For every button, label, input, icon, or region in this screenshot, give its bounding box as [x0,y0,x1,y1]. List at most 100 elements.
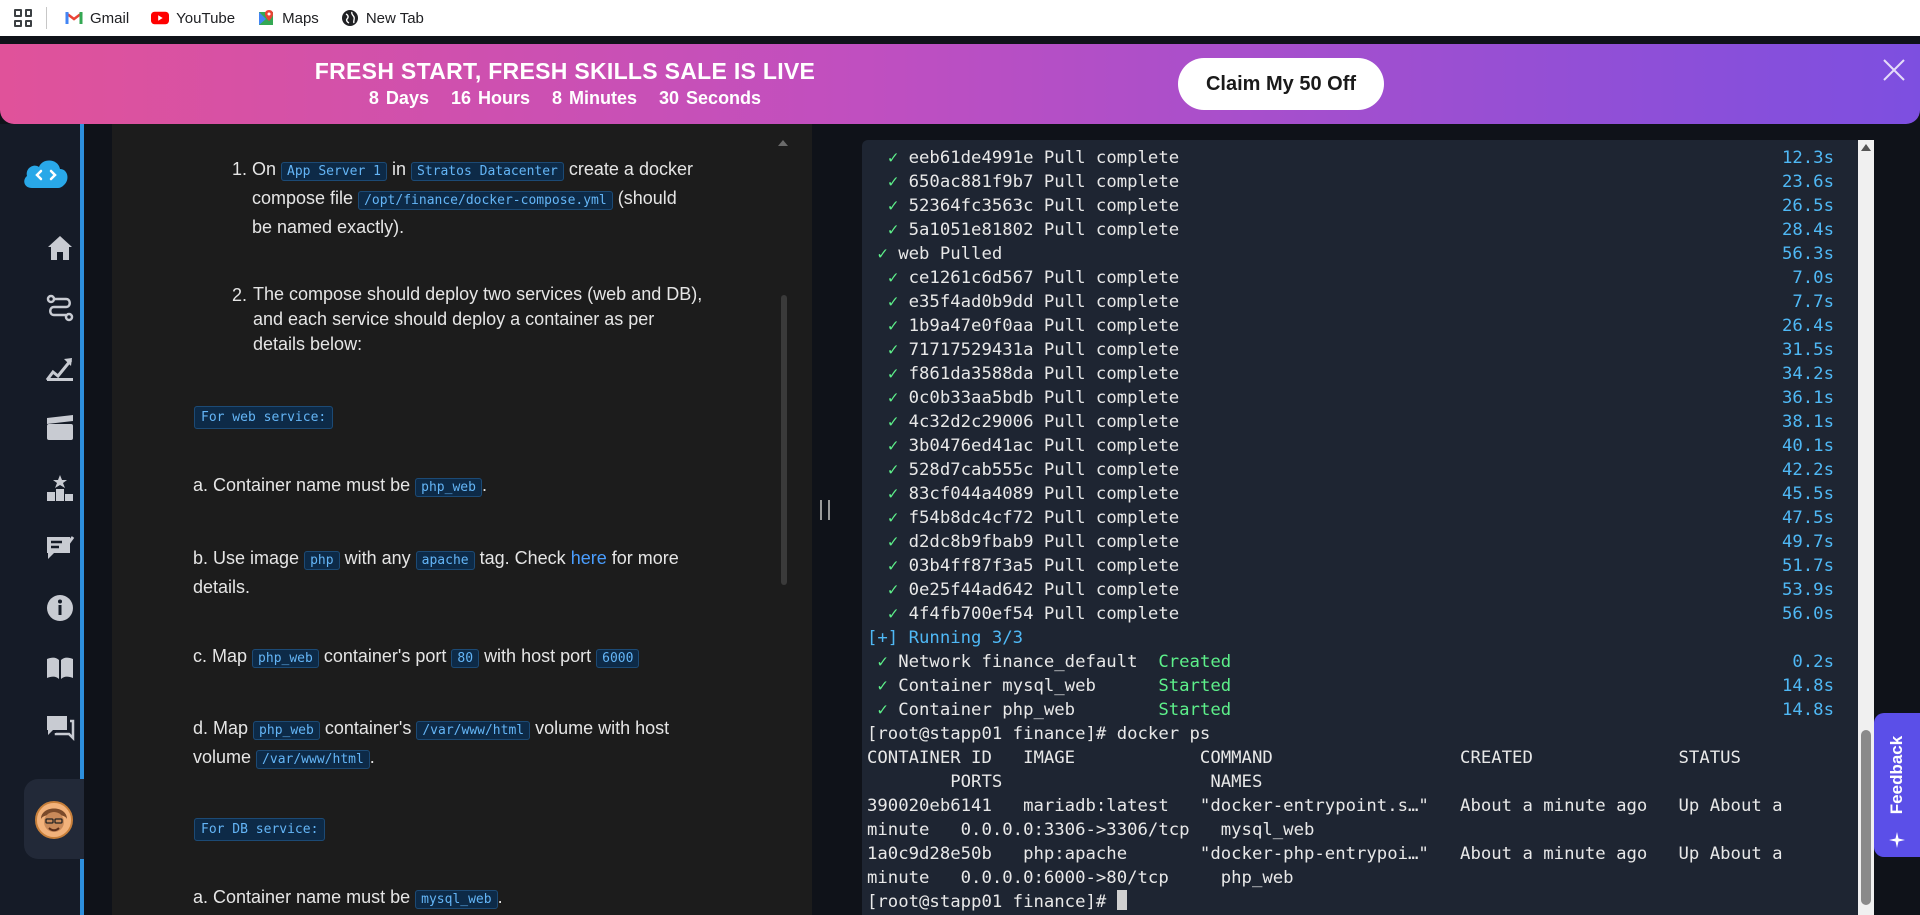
term-text: Container php_web [898,700,1159,720]
terminal-scroll-up[interactable] [1861,144,1871,151]
panel-scroll-up[interactable] [778,140,788,146]
code-php-web: php_web [415,478,482,497]
step-text: in [391,159,406,179]
claim-offer-button[interactable]: Claim My 50 Off [1178,58,1384,110]
elapsed-time: 40.1s [1781,436,1834,456]
maps-icon [257,9,275,27]
bookmark-new-tab[interactable]: New Tab [341,9,424,27]
elapsed-time: 7.0s [1792,268,1834,288]
check-icon: ✓ [887,412,899,432]
term-text: Pull complete [1043,220,1180,240]
feedback-tab[interactable]: Feedback [1874,713,1920,857]
step-text: details below: [253,334,363,354]
ps-row-line: 1a0c9d28e50b php:apache "docker-php-entr… [867,842,1783,866]
pull-layer-line: ✓ f861da3588da Pull complete [867,362,1179,386]
check-icon: ✓ [887,484,899,504]
elapsed-time: 23.6s [1781,172,1834,192]
pull-layer-line: ✓ 528d7cab555c Pull complete [867,458,1179,482]
code-volume-path: /var/www/html [256,750,370,769]
close-icon[interactable] [1880,56,1908,84]
book-icon[interactable] [44,652,76,684]
check-icon: ✓ [887,340,899,360]
elapsed-time: 12.3s [1781,148,1834,168]
elapsed-time: 26.5s [1781,196,1834,216]
elapsed-time: 49.7s [1781,532,1834,552]
bookmark-label: New Tab [365,9,424,27]
chart-icon[interactable] [44,352,76,384]
bookmark-youtube[interactable]: YouTube [151,9,235,27]
term-text: Network finance_default [898,652,1159,672]
logo-cloud-icon[interactable] [20,154,72,194]
check-icon: ✓ [887,292,899,312]
elapsed-time: 53.9s [1781,580,1834,600]
term-text: PORTS NAMES [867,772,1263,792]
check-icon: ✓ [887,268,899,288]
countdown-timer: 8 Days 16 Hours 8 Minutes 30 Seconds [0,88,1130,109]
leaderboard-icon[interactable] [44,472,76,504]
term-text: Pull complete [1043,172,1180,192]
pull-layer-line: ✓ f54b8dc4cf72 Pull complete [867,506,1179,530]
panel-scrollbar-thumb[interactable] [781,295,787,585]
home-icon[interactable] [44,232,76,264]
term-text: 3b0476ed41ac [908,436,1034,456]
term-text: Pull complete [1043,148,1180,168]
term-text: Pull complete [1043,268,1180,288]
pull-layer-line: ✓ 03b4ff87f3a5 Pull complete [867,554,1179,578]
avatar[interactable] [35,801,73,839]
apps-grid-icon[interactable] [14,9,32,27]
term-text: ce1261c6d567 [908,268,1034,288]
check-icon: ✓ [887,460,899,480]
profile-menu[interactable] [24,779,84,859]
chat-icon[interactable] [44,712,76,744]
elapsed-time: 56.0s [1781,604,1834,624]
code-compose-path: /opt/finance/docker-compose.yml [358,191,613,210]
elapsed-time: 28.4s [1781,220,1834,240]
term-text: 4f4fb700ef54 [908,604,1034,624]
terminal-cursor [1116,890,1127,910]
req-web-a: a. Container name must be php_web. [193,472,487,501]
web-service-heading: For web service: [194,402,334,431]
req-web-b: b. Use image php with any apache tag. Ch… [193,545,713,601]
bookmark-gmail[interactable]: Gmail [65,9,129,27]
req-text: d. Map [193,718,249,738]
term-text: Pull complete [1043,484,1180,504]
term-text: Pull complete [1043,436,1180,456]
req-text: a. Container name must be [193,475,411,495]
req-text: . [369,747,375,767]
term-text: Started [1158,676,1232,696]
req-text: container's port [323,646,447,666]
terminal-scrollbar[interactable] [1858,140,1874,915]
pull-layer-line: ✓ 4c32d2c29006 Pull complete [867,410,1179,434]
step-text: (should [617,188,677,208]
check-icon: ✓ [877,700,888,720]
info-icon[interactable] [44,592,76,624]
bookmark-maps[interactable]: Maps [257,9,319,27]
bookmarks-bar: Gmail YouTube Maps New Tab [0,0,1920,36]
pull-layer-line: ✓ d2dc8b9fbab9 Pull complete [867,530,1179,554]
req-text: tag. Check [479,548,566,568]
req-text: volume [193,747,252,767]
req-text: with host port [484,646,592,666]
term-text: Created [1158,652,1232,672]
req-text: . [497,887,503,907]
promo-banner: FRESH START, FRESH SKILLS SALE IS LIVE 8… [0,44,1920,124]
terminal-scrollbar-thumb[interactable] [1861,730,1871,905]
check-icon: ✓ [887,220,899,240]
elapsed-time: 31.5s [1781,340,1834,360]
pull-layer-line: ✓ eeb61de4991e Pull complete [867,146,1179,170]
docs-link[interactable]: here [571,548,607,568]
step-text: On [252,159,277,179]
path-icon[interactable] [44,292,76,324]
split-divider-handle[interactable] [820,500,830,520]
elapsed-time: 14.8s [1781,676,1834,696]
term-text: [+] Running 3/3 [867,628,1024,648]
notes-icon[interactable] [44,532,76,564]
terminal[interactable]: ✓ eeb61de4991e Pull complete 12.3s ✓ 650a… [862,140,1862,915]
ps-row-line: minute 0.0.0.0:6000->80/tcp php_web [867,866,1294,890]
clapperboard-icon[interactable] [44,412,76,444]
step-number: 1. [232,159,248,179]
req-text: details. [193,577,251,597]
check-icon: ✓ [887,604,899,624]
pull-layer-line: ✓ 71717529431a Pull complete [867,338,1179,362]
elapsed-time: 34.2s [1781,364,1834,384]
